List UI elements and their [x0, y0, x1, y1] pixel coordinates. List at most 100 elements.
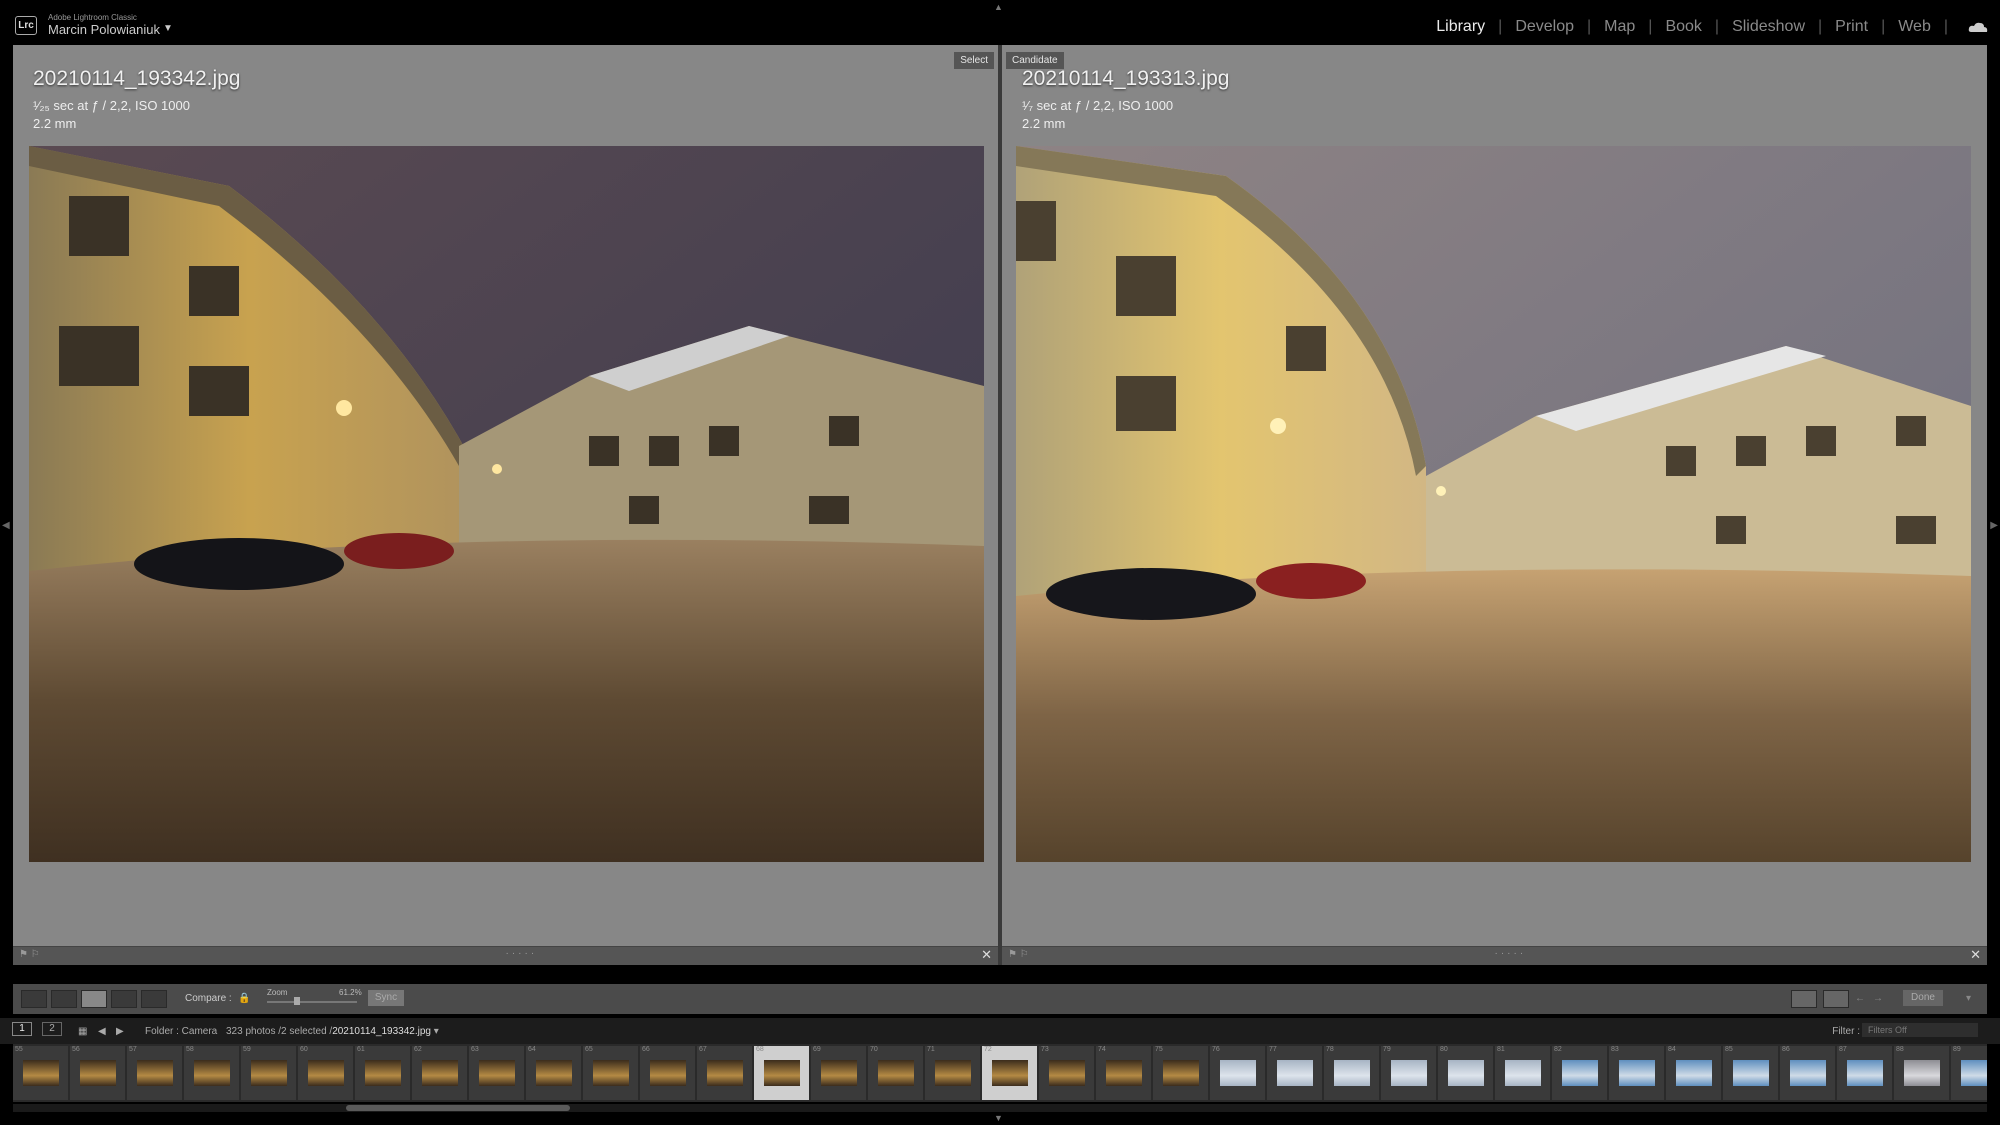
module-web[interactable]: Web — [1885, 18, 1944, 36]
done-button[interactable]: Done — [1903, 990, 1943, 1006]
right-panel-toggle-icon[interactable]: ▶ — [1990, 520, 1998, 531]
top-panel-toggle-icon[interactable]: ▲ — [994, 2, 1003, 12]
filmstrip-thumb[interactable]: 85 — [1723, 1046, 1778, 1100]
filmstrip-thumb[interactable]: 77 — [1267, 1046, 1322, 1100]
thumb-index: 59 — [243, 1046, 251, 1053]
survey-view-icon[interactable] — [111, 990, 137, 1008]
filmstrip-thumb[interactable]: 63 — [469, 1046, 524, 1100]
filmstrip-thumb[interactable]: 80 — [1438, 1046, 1493, 1100]
filmstrip-thumb[interactable]: 88 — [1894, 1046, 1949, 1100]
thumb-image — [1961, 1060, 1987, 1086]
back-arrow-icon[interactable]: ◀ — [98, 1026, 106, 1037]
candidate-pane-footer: ⚑ ⚐ ····· ✕ — [1002, 946, 1987, 965]
filmstrip-scroll-thumb[interactable] — [346, 1105, 570, 1111]
thumb-image — [1106, 1060, 1142, 1086]
filmstrip-thumb[interactable]: 89 — [1951, 1046, 1987, 1100]
filmstrip-thumb[interactable]: 76 — [1210, 1046, 1265, 1100]
filmstrip-thumb[interactable]: 67 — [697, 1046, 752, 1100]
filmstrip-thumb[interactable]: 81 — [1495, 1046, 1550, 1100]
thumb-index: 89 — [1953, 1046, 1961, 1053]
filmstrip-thumb[interactable]: 64 — [526, 1046, 581, 1100]
sync-button[interactable]: Sync — [368, 990, 404, 1006]
select-filename: 20210114_193342.jpg — [33, 67, 241, 90]
people-view-icon[interactable] — [141, 990, 167, 1008]
filmstrip-thumb[interactable]: 56 — [70, 1046, 125, 1100]
filmstrip-thumb[interactable]: 87 — [1837, 1046, 1892, 1100]
close-icon[interactable]: ✕ — [1970, 947, 1981, 963]
close-icon[interactable]: ✕ — [981, 947, 992, 963]
filmstrip-thumb[interactable]: 74 — [1096, 1046, 1151, 1100]
filmstrip[interactable]: 55 56 57 58 59 60 61 62 63 64 65 66 67 68 69 70 71 72 73 74… — [13, 1044, 1987, 1102]
candidate-photo[interactable] — [1016, 146, 1971, 862]
filmstrip-thumb[interactable]: 70 — [868, 1046, 923, 1100]
module-map[interactable]: Map — [1591, 18, 1648, 36]
compare-view-icon[interactable] — [81, 990, 107, 1008]
module-print[interactable]: Print — [1822, 18, 1881, 36]
module-slideshow[interactable]: Slideshow — [1719, 18, 1818, 36]
filmstrip-thumb[interactable]: 72 — [982, 1046, 1037, 1100]
thumb-index: 56 — [72, 1046, 80, 1053]
secondary-display-2[interactable]: 2 — [42, 1022, 62, 1036]
filmstrip-thumb[interactable]: 82 — [1552, 1046, 1607, 1100]
filmstrip-thumb[interactable]: 60 — [298, 1046, 353, 1100]
next-arrow-icon[interactable]: → — [1873, 993, 1883, 1004]
thumb-image — [365, 1060, 401, 1086]
module-book[interactable]: Book — [1652, 18, 1714, 36]
filmstrip-thumb[interactable]: 55 — [13, 1046, 68, 1100]
select-photo[interactable] — [29, 146, 984, 862]
lrc-logo: Lrc — [15, 16, 37, 35]
flag-icons[interactable]: ⚑ ⚐ — [19, 949, 40, 960]
zoom-slider-knob[interactable] — [294, 997, 300, 1005]
filmstrip-thumb[interactable]: 75 — [1153, 1046, 1208, 1100]
rating-dots[interactable]: ····· — [1495, 948, 1527, 959]
filmstrip-thumb[interactable]: 69 — [811, 1046, 866, 1100]
select-exif-focal: 2.2 mm — [33, 116, 77, 131]
thumb-image — [1049, 1060, 1085, 1086]
toolbar-menu-icon[interactable]: ▾ — [1966, 993, 1971, 1004]
identity-plate-user[interactable]: Marcin Polowianiuk — [48, 22, 160, 37]
flag-icons[interactable]: ⚑ ⚐ — [1008, 949, 1029, 960]
filmstrip-thumb[interactable]: 66 — [640, 1046, 695, 1100]
filmstrip-thumb[interactable]: 68 — [754, 1046, 809, 1100]
folder-source[interactable]: Folder : Camera — [145, 1026, 217, 1037]
left-panel-toggle-icon[interactable]: ◀ — [2, 520, 10, 531]
filmstrip-thumb[interactable]: 84 — [1666, 1046, 1721, 1100]
filmstrip-scrollbar[interactable] — [13, 1104, 1987, 1112]
filmstrip-thumb[interactable]: 71 — [925, 1046, 980, 1100]
rating-dots[interactable]: ····· — [506, 948, 538, 959]
previous-arrow-icon[interactable]: ← — [1855, 993, 1865, 1004]
filmstrip-thumb[interactable]: 59 — [241, 1046, 296, 1100]
select-pane[interactable]: Select 20210114_193342.jpg ¹⁄₂₅ sec at ƒ… — [13, 45, 998, 965]
bottom-panel-toggle-icon[interactable]: ▼ — [994, 1113, 1003, 1123]
filmstrip-thumb[interactable]: 62 — [412, 1046, 467, 1100]
filmstrip-thumb[interactable]: 86 — [1780, 1046, 1835, 1100]
swap-icon[interactable] — [1791, 990, 1817, 1008]
grid-icon[interactable]: ▦ — [78, 1026, 87, 1037]
chevron-down-icon[interactable]: ▼ — [163, 23, 173, 34]
module-library[interactable]: Library — [1423, 18, 1498, 36]
loupe-view-icon[interactable] — [51, 990, 77, 1008]
secondary-display-1[interactable]: 1 — [12, 1022, 32, 1036]
thumb-index: 55 — [15, 1046, 23, 1053]
thumb-image — [1904, 1060, 1940, 1086]
filmstrip-thumb[interactable]: 79 — [1381, 1046, 1436, 1100]
photo-count[interactable]: 323 photos /2 selected /20210114_193342.… — [226, 1026, 439, 1037]
grid-view-icon[interactable] — [21, 990, 47, 1008]
make-select-icon[interactable] — [1823, 990, 1849, 1008]
module-develop[interactable]: Develop — [1502, 18, 1587, 36]
candidate-pane[interactable]: Candidate 20210114_193313.jpg ¹⁄₇ sec at… — [1002, 45, 1987, 965]
filmstrip-thumb[interactable]: 65 — [583, 1046, 638, 1100]
zoom-slider-track[interactable] — [267, 1001, 357, 1003]
filter-select[interactable]: Filters Off — [1862, 1023, 1978, 1037]
filmstrip-thumb[interactable]: 83 — [1609, 1046, 1664, 1100]
filmstrip-thumb[interactable]: 78 — [1324, 1046, 1379, 1100]
filmstrip-thumb[interactable]: 57 — [127, 1046, 182, 1100]
filmstrip-thumb[interactable]: 61 — [355, 1046, 410, 1100]
thumb-image — [1562, 1060, 1598, 1086]
forward-arrow-icon[interactable]: ▶ — [116, 1026, 124, 1037]
filmstrip-thumb[interactable]: 73 — [1039, 1046, 1094, 1100]
lock-icon[interactable]: 🔒 — [238, 993, 250, 1004]
cloud-icon[interactable] — [1968, 22, 1988, 32]
filmstrip-thumb[interactable]: 58 — [184, 1046, 239, 1100]
thumb-image — [23, 1060, 59, 1086]
